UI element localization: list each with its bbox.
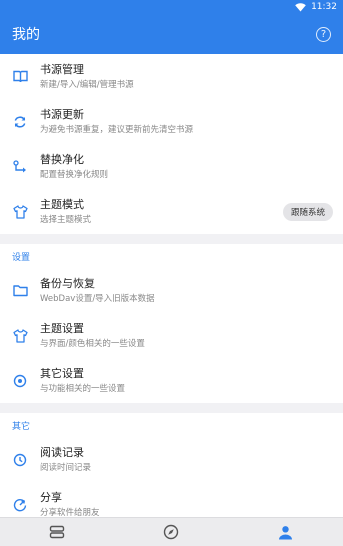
item-title: 主题设置 [40,321,84,335]
source-update-item[interactable]: 书源更新 为避免书源重复，建议更新前先清空书源 [0,99,343,144]
item-title: 书源更新 [40,107,84,121]
item-title: 替换净化 [40,152,84,166]
section-header-settings: 设置 [0,244,343,268]
wifi-icon [295,2,306,11]
status-bar: 11:32 [0,0,343,14]
compass-icon [164,524,179,540]
section-divider [0,403,343,413]
theme-mode-badge[interactable]: 跟随系统 [282,202,333,221]
item-subtitle: 分享软件给朋友 [40,507,100,518]
status-time: 11:32 [311,2,337,12]
source-manage-item[interactable]: 书源管理 新建/导入/编辑/管理书源 [0,54,343,99]
replace-icon [12,159,28,175]
page-title: 我的 [12,27,40,43]
item-title: 分享 [40,490,62,504]
item-title: 书源管理 [40,62,84,76]
backup-restore-item[interactable]: 备份与恢复 WebDav设置/导入旧版本数据 [0,268,343,313]
nav-discover[interactable] [141,518,201,546]
replace-rule-item[interactable]: 替换净化 配置替换净化规则 [0,144,343,189]
history-icon [12,452,28,468]
settings-icon [12,373,28,389]
book-icon [12,69,28,85]
item-title: 阅读记录 [40,445,84,459]
help-icon[interactable]: ? [316,26,331,42]
item-subtitle: 为避免书源重复，建议更新前先清空书源 [40,124,194,135]
share-icon [12,497,28,513]
content-scroll[interactable]: 书源管理 新建/导入/编辑/管理书源 书源更新 为避免书源重复，建议更新前先清空… [0,54,343,517]
shirt-icon [12,328,28,344]
item-subtitle: 与功能相关的一些设置 [40,383,126,394]
nav-profile[interactable] [256,518,316,546]
other-settings-item[interactable]: 其它设置 与功能相关的一些设置 [0,358,343,403]
section-header-other: 其它 [0,413,343,437]
read-record-item[interactable]: 阅读记录 阅读时间记录 [0,437,343,482]
other-card: 其它 阅读记录 阅读时间记录 分享 分享软件给朋友 [0,413,343,517]
item-subtitle: 与界面/颜色相关的一些设置 [40,338,145,349]
share-item[interactable]: 分享 分享软件给朋友 [0,482,343,517]
item-subtitle: 配置替换净化规则 [40,169,109,180]
app-bar: 我的 ? [0,14,343,54]
bookshelf-icon [49,525,65,539]
item-subtitle: 阅读时间记录 [40,462,92,473]
theme-settings-item[interactable]: 主题设置 与界面/颜色相关的一些设置 [0,313,343,358]
bottom-nav [0,517,343,546]
item-title: 其它设置 [40,366,84,380]
item-title: 备份与恢复 [40,276,95,290]
person-icon [279,525,293,539]
item-subtitle: 选择主题模式 [40,214,92,225]
shirt-icon [12,204,28,220]
settings-card: 设置 备份与恢复 WebDav设置/导入旧版本数据 主题设置 与界面/颜色相关的… [0,244,343,403]
nav-bookshelf[interactable] [27,518,87,546]
item-title: 主题模式 [40,197,84,211]
theme-mode-item[interactable]: 主题模式 选择主题模式 跟随系统 [0,189,343,234]
refresh-icon [12,114,28,130]
section-divider [0,234,343,244]
folder-icon [12,283,28,299]
item-subtitle: 新建/导入/编辑/管理书源 [40,79,134,90]
item-subtitle: WebDav设置/导入旧版本数据 [40,293,155,304]
main-card: 书源管理 新建/导入/编辑/管理书源 书源更新 为避免书源重复，建议更新前先清空… [0,54,343,234]
